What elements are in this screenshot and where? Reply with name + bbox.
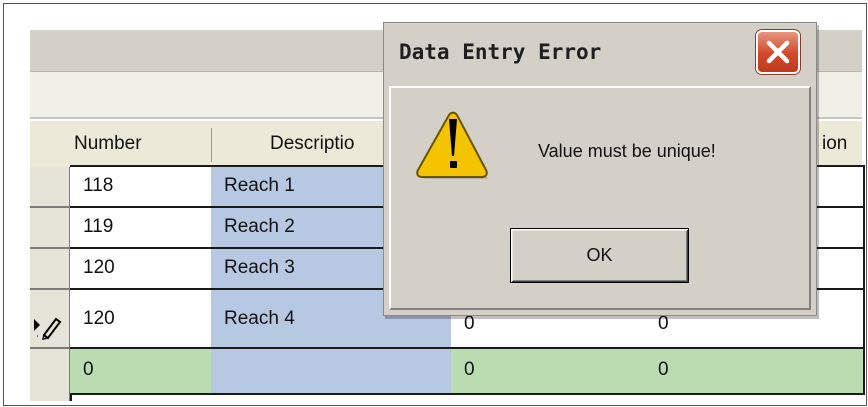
close-button[interactable]	[756, 30, 800, 74]
dialog-title: Data Entry Error	[399, 40, 602, 64]
cell-number[interactable]: 118	[70, 167, 213, 208]
new-row-cell-description[interactable]	[211, 349, 453, 395]
new-row-selector[interactable]	[30, 349, 70, 401]
cell-number[interactable]: 120	[70, 290, 213, 349]
error-message: Value must be unique!	[538, 141, 716, 161]
row-editing-pencil-icon	[34, 317, 62, 340]
row-selector-separator	[30, 206, 70, 208]
dialog-title-bar[interactable]: Data Entry Error	[384, 23, 816, 85]
cell-number[interactable]: 119	[70, 208, 213, 249]
row-selector-separator	[30, 247, 70, 249]
row-selector-separator	[30, 347, 70, 349]
new-row-cell-column-4[interactable]: 0	[645, 349, 865, 395]
cell-number[interactable]: 120	[70, 249, 213, 290]
ok-button[interactable]: OK	[510, 228, 689, 283]
new-row-cell-number[interactable]: 0	[70, 349, 213, 395]
column-header-divider[interactable]	[211, 128, 212, 162]
column-header-description[interactable]: Descriptio	[270, 121, 385, 167]
column-header-fourth[interactable]: ion	[822, 121, 862, 167]
close-icon	[766, 40, 790, 64]
column-header-number[interactable]: Number	[74, 121, 204, 167]
warning-icon	[416, 111, 488, 179]
new-row-cell-column-3[interactable]: 0	[451, 349, 647, 395]
row-selector-separator	[30, 288, 70, 290]
